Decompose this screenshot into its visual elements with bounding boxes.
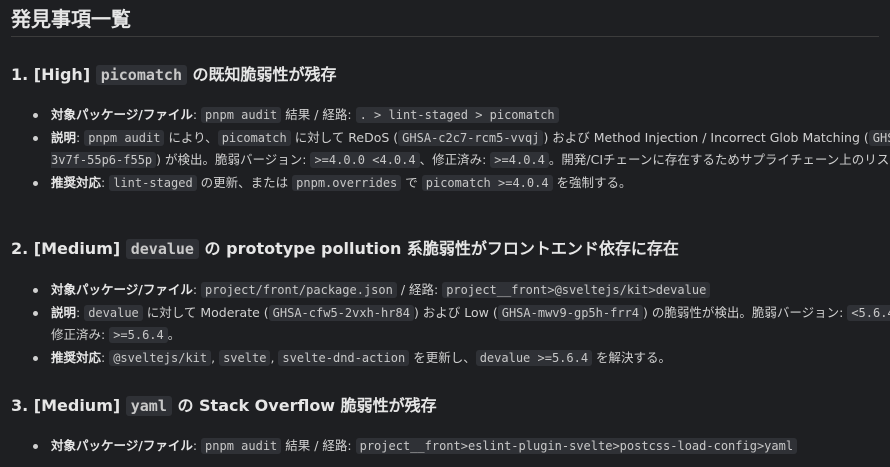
inline-text: 結果 / 経路: [281,107,356,122]
inline-code: pnpm audit [201,438,282,454]
inline-code: project__front>eslint-plugin-svelte>post… [355,438,798,454]
target-label: 対象パッケージ/ファイル [51,107,193,122]
finding-2-recommendation-item: 推奨対応: @sveltejs/kit, svelte, svelte-dnd-… [33,347,890,370]
inline-text: を更新し、 [409,349,476,365]
inline-text: で [401,174,422,190]
inline-code: devalue [84,304,143,321]
finding-2-heading-prefix: 2. [Medium] [11,239,126,258]
finding-2-description-item: 説明: devalue に対して Moderate (GHSA-cfw5-2vx… [33,302,890,347]
inline-code: <5.6.4 [847,304,890,321]
inline-code: svelte-dnd-action [278,349,410,366]
finding-1-heading: 1. [High] picomatch の既知脆弱性が残存 [11,62,337,88]
inline-text: の更新、または [196,174,293,190]
finding-3-heading-suffix: の Stack Overflow 脆弱性が残存 [171,396,437,415]
finding-1-heading-suffix: の既知脆弱性が残存 [186,65,337,84]
finding-1-target-item: 対象パッケージ/ファイル: pnpm audit 結果 / 経路: . > li… [33,104,890,127]
inline-code: >=4.0.4 [490,152,549,168]
finding-1-details: 対象パッケージ/ファイル: pnpm audit 結果 / 経路: . > li… [11,104,890,194]
inline-text: ) が検出。脆弱バージョン: [156,152,311,167]
inline-code: picomatch >=4.0.4 [421,174,553,191]
finding-3-heading-prefix: 3. [Medium] [11,396,126,415]
target-label: 対象パッケージ/ファイル [51,282,193,297]
description-label: 説明 [51,304,77,320]
inline-code: pnpm audit [84,129,165,146]
finding-2-package-code: devalue [125,239,199,259]
recommendation-label: 推奨対応 [51,174,102,190]
inline-text: を解決する。 [592,349,672,365]
inline-code: lint-staged [109,174,197,191]
inline-code: >=4.0.0 <4.0.4 [310,152,420,168]
inline-code: @sveltejs/kit [109,349,212,366]
recommendation-label: 推奨対応 [51,349,102,365]
inline-text: ) および Method Injection / Incorrect Glob … [543,129,869,145]
inline-code: devalue >=5.6.4 [475,349,593,366]
inline-code: >=5.6.4 [109,327,168,343]
target-label: 対象パッケージ/ファイル [51,438,193,453]
inline-text: に対して Moderate ( [142,304,269,320]
inline-text: 。 [167,327,181,342]
description-label: 説明 [51,129,77,145]
finding-1-recommendation-item: 推奨対応: lint-staged の更新、または pnpm.overrides… [33,172,890,195]
finding-3-package-code: yaml [125,396,172,416]
page-title: 発見事項一覧 [11,0,879,37]
inline-text: 、修正済み: [419,152,491,167]
inline-text: 結果 / 経路: [281,438,356,453]
inline-text: を強制する。 [552,174,632,190]
inline-code: project__front>@sveltejs/kit>devalue [442,282,711,298]
inline-code: GHSA-c2c7-rcm5-vvqj [398,129,544,146]
finding-2-heading: 2. [Medium] devalue の prototype pollutio… [11,236,679,262]
inline-text: ) および Low ( [413,304,498,320]
finding-3-target-item: 対象パッケージ/ファイル: pnpm audit 結果 / 経路: projec… [33,435,890,458]
finding-1-description-item: 説明: pnpm audit により、 picomatch に対して ReDoS … [33,127,890,172]
inline-text: , [211,349,220,365]
inline-code: pnpm.overrides [292,174,402,191]
finding-1-heading-prefix: 1. [High] [11,65,96,84]
inline-code: picomatch [217,129,291,146]
inline-code: GHSA-mwv9-gp5h-frr4 [497,304,644,321]
inline-code: GHSA-cfw5-2vxh-hr84 [268,304,414,321]
inline-code: . > lint-staged > picomatch [355,107,559,123]
finding-3-details: 対象パッケージ/ファイル: pnpm audit 結果 / 経路: projec… [11,435,890,458]
inline-text: / 経路: [396,282,443,297]
findings-document: 発見事項一覧 1. [High] picomatch の既知脆弱性が残存 対象パ… [11,0,890,454]
finding-2-target-item: 対象パッケージ/ファイル: project/front/package.json… [33,279,890,302]
inline-text: ) の脆弱性が検出。脆弱バージョン: [643,304,848,320]
finding-2-details: 対象パッケージ/ファイル: project/front/package.json… [11,279,890,369]
finding-2-heading-suffix: の prototype pollution 系脆弱性がフロントエンド依存に存在 [198,239,679,258]
inline-text: 。開発/CIチェーンに存在するためサプライチェーン上のリスク。 [548,152,890,167]
finding-1-package-code: picomatch [95,65,187,85]
inline-code: project/front/package.json [201,282,397,298]
finding-3-heading: 3. [Medium] yaml の Stack Overflow 脆弱性が残存 [11,393,437,419]
inline-code: pnpm audit [201,107,282,123]
inline-text: により、 [164,129,218,145]
inline-text: に対して ReDoS ( [290,129,399,145]
inline-code: svelte [219,349,271,366]
